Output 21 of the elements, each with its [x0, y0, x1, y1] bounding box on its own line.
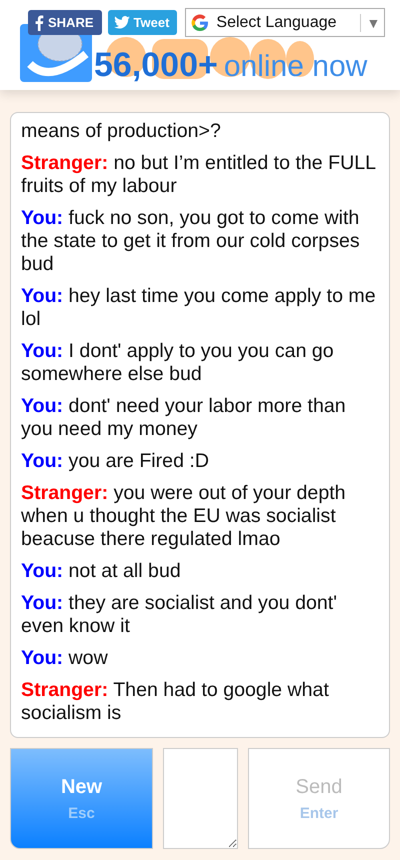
new-chat-button[interactable]: New Esc: [10, 748, 153, 849]
chat-message: You: you are Fired :D: [21, 450, 210, 473]
chat-message: You: fuck no son, you got to come with the state to get it from our cold corpses bud: [21, 207, 361, 276]
chat-message: You: hey last time you come apply to me lol: [21, 285, 377, 331]
tweet-button[interactable]: Tweet: [108, 10, 178, 35]
chat-message: Stranger: no but I’m entitled to the FULL fruits of my labour: [21, 152, 376, 198]
chat-message: You: I dont' apply to you you can go somewhere else bud: [21, 340, 335, 386]
google-icon: [190, 12, 210, 32]
chat-message: You: they are socialist and you dont' even know it: [21, 592, 338, 638]
chat-message: You: not at all bud: [21, 560, 182, 583]
chat-message: Stranger: you were out of your depth when u thought the EU was socialist beacuse there regulated lmao: [21, 482, 347, 551]
message-input[interactable]: [163, 748, 238, 849]
language-select[interactable]: Select Language ▼: [185, 8, 386, 37]
chat-message: means of production>?: [21, 120, 222, 143]
online-count: 56,000+: [94, 46, 218, 85]
bird-icon: [114, 16, 130, 29]
share-button[interactable]: SHARE: [28, 10, 102, 35]
chat-message: You: wow: [21, 647, 109, 670]
chat-message: You: dont' need your labor more than you need my money: [21, 395, 347, 441]
facebook-icon: [34, 14, 44, 30]
chat-message: Stranger: Then had to google what socialism is: [21, 679, 330, 725]
